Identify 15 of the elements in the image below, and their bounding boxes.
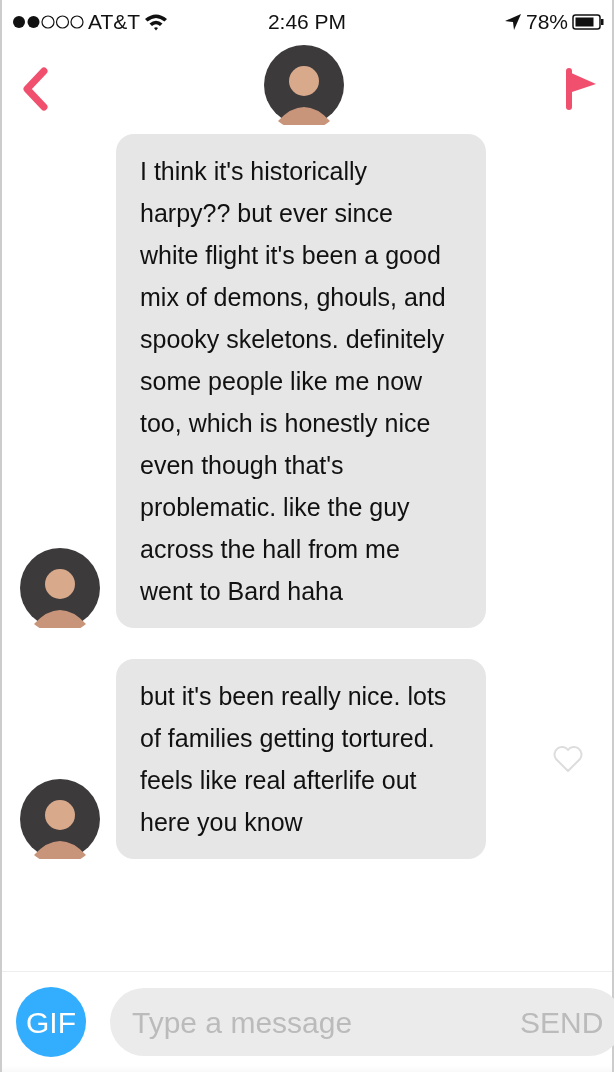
back-button[interactable] xyxy=(20,66,50,112)
clock-time: 2:46 PM xyxy=(267,10,347,34)
battery-percent: 78% xyxy=(525,9,568,36)
avatar[interactable] xyxy=(264,45,344,125)
gif-button[interactable]: GIF xyxy=(16,987,86,1057)
chevron-left-icon xyxy=(20,66,50,112)
message-bubble: I think it's historically harpy?? but ever since white flight it's been a good mix of demons, ghouls, and spooky skeletons. definitely some people like me now too, which is honestly nice even though that's problematic. like the guy across the hall from me went to Bard haha xyxy=(116,134,486,628)
wifi-icon xyxy=(144,13,169,31)
report-button[interactable] xyxy=(564,67,598,111)
location-arrow-icon xyxy=(503,13,522,31)
flag-icon xyxy=(564,67,598,111)
message-bubble: but it's been really nice. lots of families getting tortured. feels like real afterlife out here you know xyxy=(116,659,486,859)
carrier-name: AT&T xyxy=(88,9,141,36)
battery-icon xyxy=(572,14,604,30)
signal-icon xyxy=(12,15,84,29)
